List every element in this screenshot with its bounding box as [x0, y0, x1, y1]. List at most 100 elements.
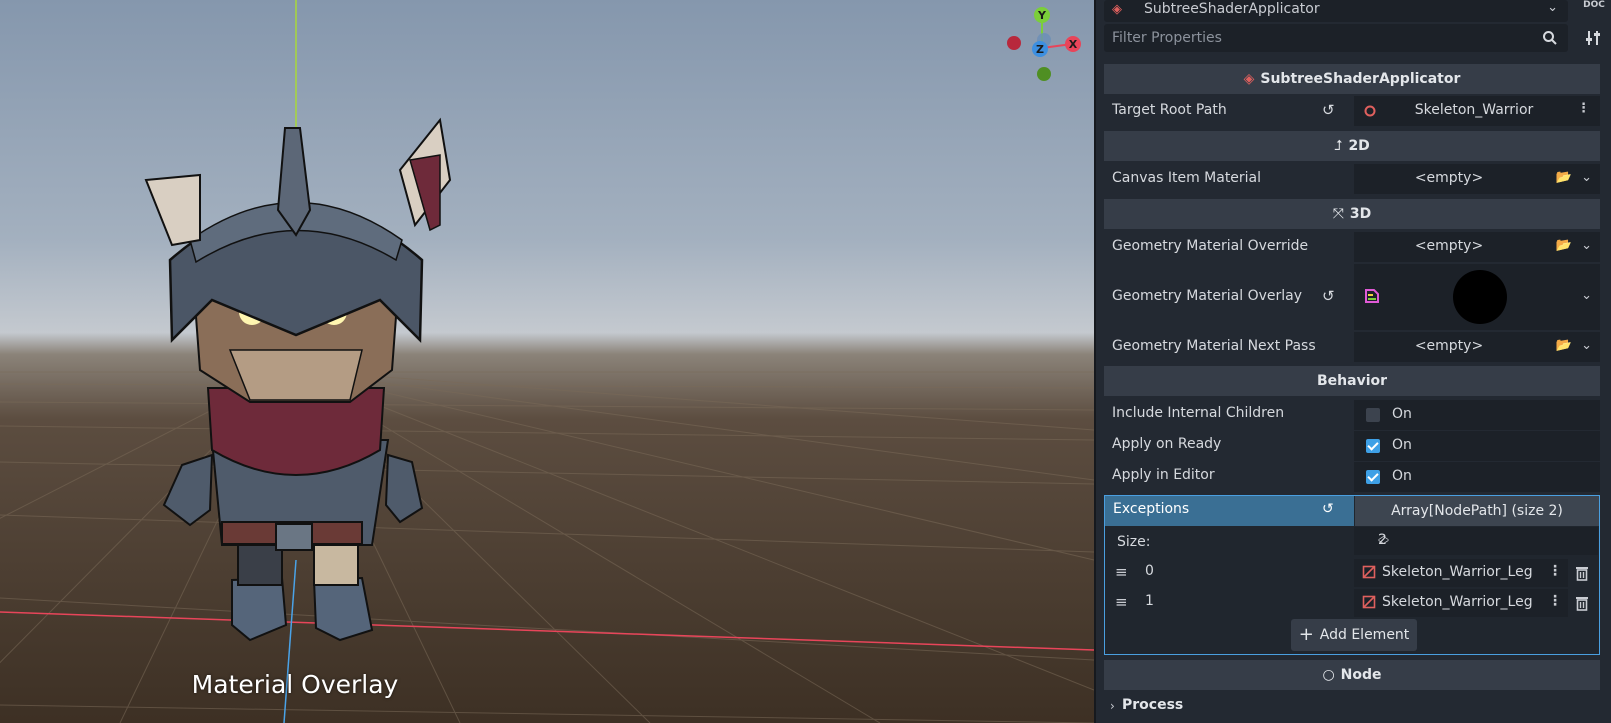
apply-in-editor-state: On — [1392, 468, 1412, 484]
load-resource-icon[interactable]: 📂 — [1556, 170, 1572, 185]
node-path-icon — [1362, 595, 1376, 609]
gizmo-x-label: X — [1069, 38, 1078, 51]
inspector-panel: ◈ SubtreeShaderApplicator ⌄ DOC ◈ Subtree… — [1094, 0, 1611, 723]
node-path-field[interactable]: Skeleton_Warrior_Leg ⋮ — [1354, 559, 1568, 587]
drag-handle-icon[interactable]: ≡ — [1115, 563, 1128, 581]
apply-in-editor-row: Apply in Editor On — [1104, 462, 1600, 492]
target-root-path-label: Target Root Path — [1112, 102, 1227, 118]
geometry-material-next-pass-row: Geometry Material Next Pass <empty> 📂 ⌄ — [1104, 332, 1600, 362]
process-category[interactable]: › Process — [1104, 697, 1600, 723]
node-path-icon — [1362, 565, 1376, 579]
3d-icon: ⤧ — [1332, 206, 1344, 222]
chevron-right-icon: › — [1110, 699, 1115, 713]
node-path-field[interactable]: Skeleton_Warrior_Leg ⋮ — [1354, 589, 1568, 617]
checkbox-unchecked-icon[interactable] — [1366, 408, 1380, 422]
gizmo-y-label: Y — [1037, 9, 1047, 22]
checkbox-checked-icon[interactable] — [1366, 470, 1380, 484]
spinner-arrows-icon[interactable]: ︿ ﹀ — [1378, 530, 1588, 551]
revert-icon[interactable]: ↺ — [1322, 501, 1334, 517]
section-2d-label: 2D — [1348, 138, 1370, 154]
target-root-path-field[interactable]: Skeleton_Warrior ⋮ — [1354, 96, 1600, 126]
gizmo-neg-y-icon — [1037, 67, 1051, 81]
shader-material-icon — [1365, 289, 1379, 303]
kebab-menu-icon[interactable]: ⋮ — [1548, 563, 1562, 579]
canvas-item-material-value: <empty> — [1414, 170, 1484, 186]
array-toggle-button[interactable]: Array[NodePath] (size 2) — [1355, 496, 1599, 526]
filter-properties-input[interactable] — [1104, 24, 1524, 52]
kebab-menu-icon[interactable]: ⋮ — [1548, 593, 1562, 609]
orientation-gizmo[interactable]: Y X Z — [1007, 7, 1081, 81]
layers-icon: ◈ — [1243, 71, 1255, 87]
filter-properties — [1104, 24, 1568, 52]
geometry-material-overlay-field[interactable]: ⌄ — [1354, 264, 1600, 330]
geometry-material-next-pass-value: <empty> — [1414, 338, 1484, 354]
section-3d-label: 3D — [1349, 206, 1372, 222]
array-element-row: ≡ 0 Skeleton_Warrior_Leg ⋮ — [1105, 558, 1599, 588]
exceptions-name-cell[interactable]: Exceptions — [1105, 496, 1354, 526]
apply-on-ready-label: Apply on Ready — [1112, 436, 1222, 452]
chevron-down-icon[interactable]: ⌄ — [1581, 288, 1592, 303]
canvas-item-material-field[interactable]: <empty> 📂 ⌄ — [1354, 164, 1600, 194]
chevron-down-icon[interactable]: ⌄ — [1581, 238, 1592, 253]
section-behavior[interactable]: Behavior — [1104, 366, 1600, 396]
viewport-caption: Material Overlay — [191, 670, 399, 699]
doc-button-label: DOC — [1583, 0, 1605, 10]
node-path-value: Skeleton_Warrior_Leg — [1382, 564, 1533, 580]
include-internal-children-toggle[interactable]: On — [1354, 400, 1600, 430]
layers-icon: ◈ — [1112, 2, 1122, 17]
checkbox-checked-icon[interactable] — [1366, 439, 1380, 453]
chevron-down-icon: ⌄ — [1547, 0, 1558, 15]
target-root-path-value: Skeleton_Warrior — [1414, 102, 1534, 118]
include-internal-children-label: Include Internal Children — [1112, 405, 1285, 421]
class-header-label: SubtreeShaderApplicator — [1260, 71, 1461, 87]
section-node[interactable]: ○ Node — [1104, 660, 1600, 690]
add-element-button[interactable]: + Add Element — [1291, 619, 1417, 651]
load-resource-icon[interactable]: 📂 — [1556, 238, 1572, 253]
chevron-down-icon[interactable]: ⌄ — [1581, 338, 1592, 353]
material-preview — [1453, 270, 1507, 324]
exceptions-label: Exceptions — [1113, 501, 1190, 517]
drag-handle-icon[interactable]: ≡ — [1115, 593, 1128, 611]
add-element-label: Add Element — [1319, 627, 1410, 643]
exceptions-array-editor: Exceptions ↺ Array[NodePath] (size 2) Si… — [1104, 495, 1600, 655]
geometry-material-next-pass-field[interactable]: <empty> 📂 ⌄ — [1354, 332, 1600, 362]
section-behavior-label: Behavior — [1316, 373, 1388, 389]
apply-in-editor-toggle[interactable]: On — [1354, 462, 1600, 492]
trash-icon[interactable] — [1575, 565, 1589, 581]
target-root-path-row: Target Root Path ↺ Skeleton_Warrior ⋮ — [1104, 96, 1600, 126]
plus-icon: + — [1298, 624, 1314, 645]
scene-canvas: Y X Z — [0, 0, 1094, 723]
apply-on-ready-toggle[interactable]: On — [1354, 431, 1600, 461]
exceptions-header: Exceptions ↺ Array[NodePath] (size 2) — [1105, 496, 1599, 526]
geometry-material-override-field[interactable]: <empty> 📂 ⌄ — [1354, 232, 1600, 262]
array-size-label: Size: — [1117, 534, 1151, 550]
chevron-down-icon[interactable]: ⌄ — [1581, 170, 1592, 185]
property-settings-icon[interactable] — [1585, 29, 1601, 47]
node-icon: ○ — [1322, 667, 1335, 683]
apply-in-editor-label: Apply in Editor — [1112, 467, 1215, 483]
array-size-spinbox[interactable]: 2 ︿ ﹀ — [1354, 527, 1598, 555]
3d-viewport[interactable]: Y X Z Material Overlay — [0, 0, 1094, 723]
geometry-material-overlay-row: Geometry Material Overlay ↺ ⌄ — [1104, 264, 1600, 330]
section-2d[interactable]: ⮥ 2D — [1104, 131, 1600, 161]
revert-icon[interactable]: ↺ — [1322, 287, 1335, 305]
include-internal-children-state: On — [1392, 406, 1412, 422]
canvas-item-material-row: Canvas Item Material <empty> 📂 ⌄ — [1104, 164, 1600, 194]
kebab-menu-icon[interactable]: ⋮ — [1577, 101, 1590, 116]
geometry-material-next-pass-label: Geometry Material Next Pass — [1112, 338, 1316, 354]
doc-button[interactable]: DOC — [1583, 0, 1605, 22]
apply-on-ready-row: Apply on Ready On — [1104, 431, 1600, 461]
geometry-material-override-value: <empty> — [1414, 238, 1484, 254]
load-resource-icon[interactable]: 📂 — [1556, 338, 1572, 353]
process-label: Process — [1122, 697, 1184, 713]
geometry-material-override-row: Geometry Material Override <empty> 📂 ⌄ — [1104, 232, 1600, 262]
geometry-material-overlay-label: Geometry Material Overlay — [1112, 288, 1303, 304]
object-selector[interactable]: ◈ SubtreeShaderApplicator ⌄ — [1104, 0, 1568, 22]
section-3d[interactable]: ⤧ 3D — [1104, 199, 1600, 229]
array-element-index: 1 — [1145, 593, 1154, 609]
class-header[interactable]: ◈ SubtreeShaderApplicator — [1104, 64, 1600, 94]
node-icon — [1364, 105, 1376, 117]
revert-icon[interactable]: ↺ — [1322, 101, 1335, 119]
search-icon[interactable] — [1542, 30, 1558, 46]
trash-icon[interactable] — [1575, 595, 1589, 611]
